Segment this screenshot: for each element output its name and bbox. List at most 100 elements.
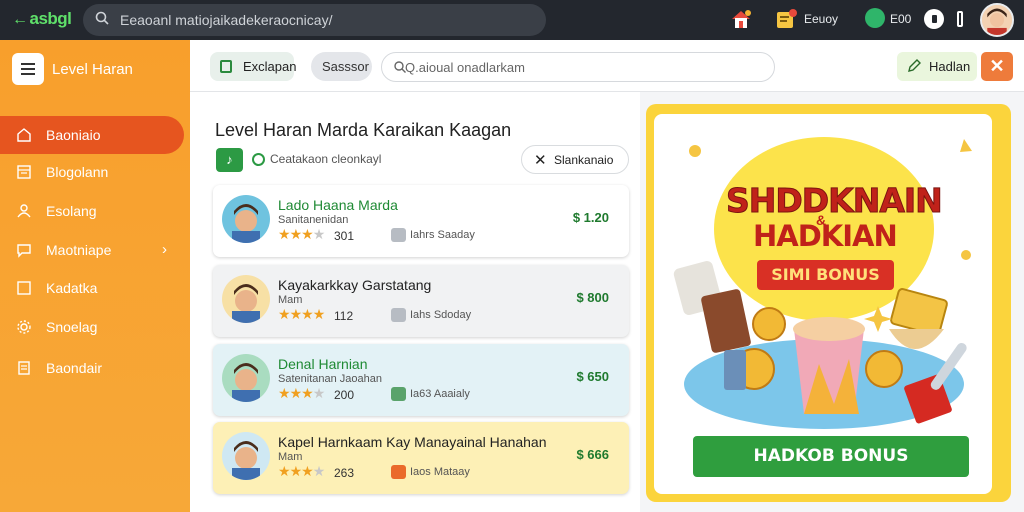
star-icon: ★ <box>301 463 314 479</box>
item-tag: Iaos Mataay <box>410 466 470 478</box>
chat-icon <box>17 244 31 258</box>
toolbar-search-input[interactable]: Q.aioual onadlarkam <box>381 52 775 82</box>
item-rating: 112 <box>334 309 354 323</box>
item-price: $ 666 <box>576 447 609 462</box>
star-icon: ★ <box>312 226 326 242</box>
sidebar-item-3[interactable]: Maotniape › <box>0 231 184 269</box>
list-item[interactable]: Lado Haana Marda Sanitanenidan ★★★★ 301 Iahr… <box>213 185 629 257</box>
close-icon: ✕ <box>534 152 547 169</box>
theme-toggle-icon[interactable] <box>924 9 944 29</box>
sidebar-item-0[interactable]: Baoniaio <box>0 116 184 154</box>
item-price: $ 650 <box>576 369 609 384</box>
item-name: Kapel Harnkaam Kay Manayainal Hanahan <box>278 434 547 450</box>
wallet-icon[interactable] <box>775 8 797 30</box>
item-rating: 200 <box>334 388 355 402</box>
top-search-bar[interactable]: Eeaoanl matiojaikadekeraocnicay/ <box>83 4 546 36</box>
session-button[interactable]: Sasssor <box>311 52 372 81</box>
list-item[interactable]: Kapel Harnkaam Kay Manayainal Hanahan Mam… <box>213 422 629 494</box>
toolbar: Exclapan Sasssor Q.aioual onadlarkam Had… <box>190 40 1024 92</box>
coin-icon <box>752 307 786 341</box>
item-avatar <box>222 195 270 243</box>
star-icon: ★ <box>289 463 303 479</box>
sidebar-item-1[interactable]: Blogolann <box>0 153 184 191</box>
item-avatar <box>222 275 270 323</box>
sidebar-item-6[interactable]: Baondair <box>0 349 184 387</box>
sidebar-item-label: Maotniape <box>46 242 112 258</box>
header-button-label: Hadlan <box>929 59 971 74</box>
coin-icon[interactable] <box>865 8 885 28</box>
list-item[interactable]: Kayakarkkay Garstatang Mam ★★★★ 112 Iahs Sdo… <box>213 265 629 337</box>
sidebar-item-4[interactable]: Kadatka <box>0 269 184 307</box>
sidebar-item-label: Snoelag <box>46 319 98 335</box>
calendar-icon <box>17 165 31 179</box>
filter-button[interactable]: ✕ Slankanaio <box>521 145 629 174</box>
list-item[interactable]: Denal Harnian Satenitanan Jaoahan ★★★★ 200 I… <box>213 344 629 416</box>
sparkle-icon <box>960 139 972 152</box>
page-title: Level Haran Marda Karaikan Kaagan <box>215 120 512 140</box>
person-icon <box>17 204 31 218</box>
logo-text: asbgl <box>29 9 72 28</box>
main-content: Level Haran Marda Karaikan Kaagan ♪ Ceat… <box>190 92 640 512</box>
item-avatar <box>222 354 270 402</box>
rating-stars-icon: ★★★★ <box>278 463 325 480</box>
wallet-label: Eeuoy <box>804 12 839 26</box>
rating-stars-icon: ★★★★ <box>278 385 325 402</box>
home-icon[interactable] <box>729 7 753 31</box>
back-arrow-icon[interactable]: ← <box>12 11 28 28</box>
close-button[interactable]: ✕ <box>981 52 1013 81</box>
document-icon <box>18 361 30 375</box>
sidebar-item-label: Baondair <box>46 360 103 376</box>
promo-ribbon: SIMI BONUS <box>757 260 894 290</box>
coin-icon <box>865 350 903 388</box>
star-icon: ★ <box>301 385 314 401</box>
filter-label: Slankanaio <box>554 153 614 167</box>
item-name: Kayakarkkay Garstatang <box>278 277 432 293</box>
music-chip[interactable]: ♪ <box>216 148 243 172</box>
item-rating: 301 <box>334 229 355 243</box>
item-meta: Mam <box>278 451 303 463</box>
app-logo[interactable]: ← asbgl <box>12 9 72 29</box>
gold-bar-icon <box>890 288 948 336</box>
tag-icon <box>391 308 406 322</box>
document-icon <box>220 60 232 73</box>
menu-icon[interactable] <box>12 53 44 85</box>
promo-title-line1: SHDDKNAIN <box>726 181 944 221</box>
user-avatar[interactable] <box>980 3 1014 37</box>
top-bar: ← asbgl Eeaoanl matiojaikadekeraocnicay/ … <box>0 0 1024 40</box>
chevron-right-icon: › <box>162 241 167 258</box>
item-tag: Ia63 Aaaialy <box>410 388 470 400</box>
star-icon: ★ <box>301 226 314 242</box>
sidebar-item-label: Esolang <box>46 203 97 219</box>
sidebar-item-5[interactable]: Snoelag <box>0 308 184 346</box>
evaluation-button[interactable]: Exclapan <box>210 52 297 81</box>
subtitle: Ceatakaon cleonkayl <box>270 152 382 166</box>
item-meta: Satenitanan Jaoahan <box>278 373 382 385</box>
item-tag: Iahrs Saaday <box>410 229 475 241</box>
search-icon <box>95 11 109 25</box>
clock-icon <box>252 153 265 166</box>
sidebar-item-label: Baoniaio <box>46 127 101 143</box>
toolbar-search-text: Q.aioual onadlarkam <box>405 60 525 75</box>
claim-bonus-button[interactable]: HADKOB BONUS <box>693 436 969 477</box>
square-icon <box>17 281 31 295</box>
item-avatar <box>222 432 270 480</box>
tag-icon <box>391 387 406 401</box>
header-button[interactable]: Hadlan <box>897 52 977 81</box>
device-icon[interactable] <box>957 11 963 27</box>
rating-stars-icon: ★★★★ <box>278 306 325 323</box>
star-icon: ★ <box>278 463 291 479</box>
star-icon: ★ <box>289 226 303 242</box>
star-icon: ★ <box>278 306 291 322</box>
item-tag: Iahs Sdoday <box>410 309 472 321</box>
book-icon <box>701 289 751 353</box>
star-icon: ★ <box>301 306 314 322</box>
promo-banner[interactable]: SHDDKNAIN & HADKIAN SIMI BONUS HADKOB BO… <box>646 104 1011 502</box>
sidebar-item-2[interactable]: Esolang <box>0 192 184 230</box>
home-icon <box>17 128 31 142</box>
rating-stars-icon: ★★★★ <box>278 226 326 243</box>
gear-icon <box>17 320 31 334</box>
evaluation-label: Exclapan <box>243 59 297 74</box>
sidebar-item-label: Kadatka <box>46 280 98 296</box>
sidebar-item-label: Blogolann <box>46 164 109 180</box>
sparkle-icon <box>689 145 701 157</box>
